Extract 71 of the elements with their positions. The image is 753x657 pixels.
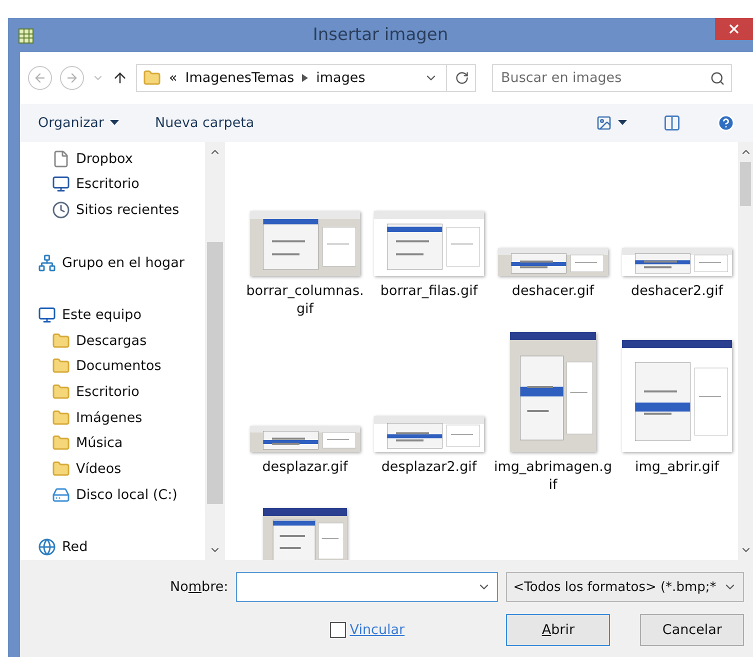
folder-icon: [52, 357, 70, 376]
caret-icon: [110, 120, 119, 126]
close-button[interactable]: [715, 18, 753, 40]
folder-icon: [52, 434, 70, 452]
sidebar-item[interactable]: Imágenes: [52, 404, 205, 430]
sidebar-item[interactable]: Dropbox: [52, 146, 205, 172]
search-icon: [710, 70, 725, 86]
path-overflow[interactable]: «: [169, 70, 178, 86]
sidebar-item[interactable]: Grupo en el hogar: [38, 250, 205, 276]
folder-icon: [52, 383, 70, 402]
computer-icon: [38, 306, 56, 324]
image-icon: [596, 115, 612, 131]
sidebar-item[interactable]: Red: [38, 534, 205, 560]
sidebar-item[interactable]: Escritorio: [52, 379, 205, 405]
sidebar-item[interactable]: Documentos: [52, 354, 205, 380]
folder-icon: [52, 332, 70, 350]
help-button[interactable]: [717, 114, 735, 132]
scrollbar-thumb[interactable]: [207, 242, 223, 504]
file-type-select[interactable]: <Todos los formatos> (*.bmp;*: [506, 572, 744, 602]
file-name[interactable]: borrar_columnas. gif: [246, 282, 364, 322]
breadcrumb[interactable]: ImagenesTemas: [185, 70, 294, 86]
organize-menu[interactable]: Organizar: [38, 115, 119, 131]
file-name[interactable]: desplazar2.gif: [381, 458, 477, 498]
sidebar-scrollbar[interactable]: [205, 142, 225, 560]
app-icon: [18, 26, 34, 44]
sidebar-item[interactable]: Música: [52, 430, 205, 456]
name-field[interactable]: [236, 572, 498, 602]
network-icon: [38, 254, 56, 272]
sidebar-item[interactable]: Vídeos: [52, 456, 205, 482]
file-name[interactable]: img_abrir.gif: [634, 458, 720, 498]
sidebar-item[interactable]: Sitios recientes: [52, 197, 205, 223]
name-label: Nombre:: [170, 579, 228, 595]
file-name[interactable]: img_abrimagen.g if: [494, 458, 612, 498]
caret-icon: [618, 120, 627, 126]
file-name[interactable]: desplazar.gif: [262, 458, 348, 498]
breadcrumb[interactable]: images: [316, 70, 366, 86]
pane-icon: [663, 114, 681, 132]
file-name[interactable]: borrar_filas.gif: [380, 282, 478, 322]
file-icon: [52, 150, 70, 168]
monitor-icon: [52, 175, 70, 194]
refresh-icon[interactable]: [455, 71, 469, 85]
window-title: Insertar imagen: [312, 25, 450, 45]
forward-icon: [65, 71, 79, 85]
link-checkbox[interactable]: [330, 622, 346, 638]
folder-icon: [143, 69, 161, 87]
drive-icon: [52, 486, 70, 504]
chevron-icon: [302, 74, 308, 82]
link-label[interactable]: Vincular: [350, 622, 405, 638]
folder-icon: [52, 408, 70, 427]
clock-icon: [52, 201, 70, 220]
new-folder-button[interactable]: Nueva carpeta: [155, 115, 254, 131]
sidebar-item[interactable]: Disco local (C:): [52, 482, 205, 508]
close-icon: [729, 24, 739, 34]
sidebar-item[interactable]: Este equipo: [38, 302, 205, 328]
help-icon: [717, 114, 735, 132]
cancel-button[interactable]: Cancelar: [640, 614, 744, 646]
address-bar[interactable]: « ImagenesTemas images: [136, 64, 476, 92]
sidebar-item[interactable]: Descargas: [52, 328, 205, 354]
file-name[interactable]: deshacer2.gif: [631, 282, 723, 322]
file-name[interactable]: deshacer.gif: [512, 282, 594, 322]
back-icon: [33, 71, 47, 85]
up-button[interactable]: [112, 70, 128, 86]
preview-pane-button[interactable]: [663, 114, 681, 132]
file-scrollbar[interactable]: [738, 142, 753, 560]
sidebar-item[interactable]: Escritorio: [52, 172, 205, 198]
open-button[interactable]: Abrir: [506, 614, 610, 646]
search-field[interactable]: Buscar en images: [492, 64, 732, 92]
scrollbar-thumb[interactable]: [740, 162, 751, 206]
globe-icon: [38, 538, 56, 556]
folder-icon: [52, 460, 70, 478]
view-menu[interactable]: [596, 115, 627, 131]
